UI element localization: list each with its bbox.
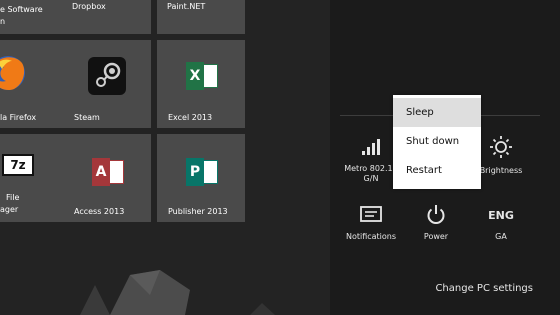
language-button[interactable]: ENG GA bbox=[481, 209, 521, 242]
firefox-icon bbox=[0, 56, 25, 90]
change-pc-settings-link[interactable]: Change PC settings bbox=[435, 283, 533, 294]
excel-icon: X bbox=[186, 62, 218, 90]
tile-software[interactable]: e Software n bbox=[0, 0, 64, 34]
background-geometry bbox=[80, 270, 275, 315]
power-menu: Sleep Shut down Restart bbox=[393, 95, 481, 189]
tile-excel-2013[interactable]: X Excel 2013 bbox=[157, 40, 245, 128]
tile-label: Publisher 2013 bbox=[168, 207, 228, 216]
tile-label: la Firefox bbox=[0, 113, 37, 122]
tile-label: Excel 2013 bbox=[168, 113, 213, 122]
access-letter: A bbox=[92, 158, 110, 186]
tile-label: Paint.NET bbox=[167, 2, 206, 11]
notifications-icon bbox=[360, 206, 382, 222]
brightness-button[interactable]: Brightness bbox=[476, 136, 526, 176]
network-label: Metro 802.11 bbox=[344, 164, 398, 173]
tile-label: n bbox=[0, 17, 6, 26]
power-label: Power bbox=[423, 232, 449, 241]
notifications-button[interactable]: Notifications bbox=[340, 206, 402, 242]
tile-publisher-2013[interactable]: P Publisher 2013 bbox=[157, 134, 245, 222]
network-button[interactable]: Metro 802.11 G/N bbox=[341, 136, 401, 184]
language-sublabel: GA bbox=[495, 232, 507, 241]
network-sublabel: G/N bbox=[363, 174, 379, 183]
tile-label: Steam bbox=[74, 113, 100, 122]
7zip-text: 7z bbox=[10, 158, 26, 172]
tile-label: File bbox=[6, 193, 20, 202]
tile-label: Access 2013 bbox=[74, 207, 125, 216]
tile-steam[interactable]: Steam bbox=[63, 40, 151, 128]
7zip-icon: 7z bbox=[2, 154, 34, 176]
tile-7zip-file-manager[interactable]: 7z File ager bbox=[0, 134, 64, 222]
publisher-icon: P bbox=[186, 158, 218, 186]
tile-paint-net[interactable]: Paint.NET bbox=[157, 0, 245, 34]
sleep-menu-item[interactable]: Sleep bbox=[393, 98, 481, 127]
tile-firefox[interactable]: la Firefox bbox=[0, 40, 64, 128]
power-icon bbox=[427, 205, 445, 224]
brightness-label: Brightness bbox=[479, 166, 523, 175]
language-label: ENG bbox=[488, 209, 514, 222]
tile-access-2013[interactable]: A Access 2013 bbox=[63, 134, 151, 222]
shut-down-menu-item[interactable]: Shut down bbox=[393, 127, 481, 156]
start-screen: e Software n Dropbox Paint.NET la Firefo… bbox=[0, 0, 330, 315]
excel-letter: X bbox=[186, 62, 204, 90]
publisher-letter: P bbox=[186, 158, 204, 186]
tile-label: Dropbox bbox=[72, 2, 106, 11]
tile-dropbox[interactable]: Dropbox bbox=[63, 0, 151, 34]
tile-label: ager bbox=[0, 205, 19, 214]
tile-label: e Software bbox=[0, 5, 43, 14]
power-button[interactable]: Power bbox=[414, 204, 458, 242]
access-icon: A bbox=[92, 158, 124, 186]
brightness-icon bbox=[490, 136, 512, 158]
notifications-label: Notifications bbox=[345, 232, 397, 241]
restart-menu-item[interactable]: Restart bbox=[393, 156, 481, 185]
wifi-signal-icon bbox=[362, 139, 380, 155]
steam-icon bbox=[88, 57, 126, 95]
